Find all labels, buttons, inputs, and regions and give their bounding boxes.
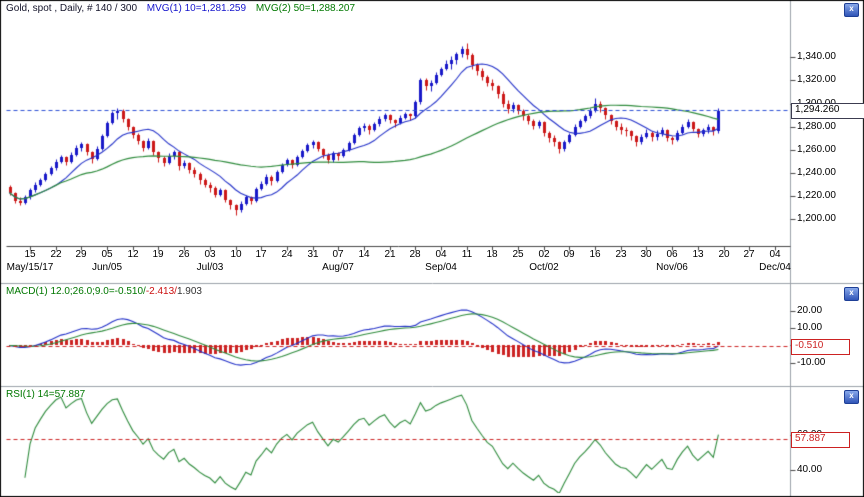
x-axis-month-label: May/15/17: [7, 262, 54, 273]
x-axis-day-label: 11: [462, 249, 472, 260]
close-icon: x: [849, 391, 853, 400]
x-axis-day-label: 27: [743, 249, 754, 260]
price-axis-label: 1,280.00: [797, 121, 836, 132]
x-axis-day-label: 03: [204, 249, 215, 260]
macd-panel-header: MACD(1) 12.0;26.0;9.0=-0.510/-2.413/1.90…: [6, 286, 209, 297]
mvg2-label: MVG(2) 50=1,288.207: [256, 3, 355, 14]
price-axis-label: 1,340.00: [797, 51, 836, 62]
x-axis-day-label: 16: [589, 249, 600, 260]
x-axis-day-label: 17: [255, 249, 266, 260]
mvg1-label: MVG(1) 10=1,281.259: [147, 3, 246, 14]
x-axis-day-label: 21: [384, 249, 395, 260]
x-axis-day-label: 23: [615, 249, 626, 260]
x-axis-month-label: Sep/04: [425, 262, 457, 273]
x-axis-month-label: Jul/03: [197, 262, 224, 273]
x-axis-day-label: 19: [152, 249, 163, 260]
x-axis-day-label: 07: [332, 249, 343, 260]
macd-signal-value: -2.413/: [146, 286, 177, 297]
close-macd-panel-button[interactable]: x: [844, 287, 859, 301]
macd-value: -0.510/: [115, 286, 146, 297]
macd-axis-label: 10.00: [797, 322, 822, 333]
x-axis-day-label: 10: [230, 249, 241, 260]
x-axis-month-label: Aug/07: [322, 262, 354, 273]
x-axis-day-label: 04: [769, 249, 780, 260]
x-axis-day-label: 28: [409, 249, 420, 260]
x-axis-day-label: 14: [358, 249, 369, 260]
x-axis-month-label: Oct/02: [529, 262, 558, 273]
macd-axis-label: 20.00: [797, 305, 822, 316]
x-axis-day-label: 15: [24, 249, 35, 260]
x-axis-day-label: 20: [718, 249, 729, 260]
close-rsi-panel-button[interactable]: x: [844, 390, 859, 404]
x-axis-day-label: 12: [127, 249, 138, 260]
x-axis-day-label: 09: [563, 249, 574, 260]
close-icon: x: [849, 4, 853, 13]
x-axis-day-label: 04: [435, 249, 446, 260]
price-axis-label: 1,220.00: [797, 190, 836, 201]
close-icon: x: [849, 288, 853, 297]
close-price-panel-button[interactable]: x: [844, 3, 859, 17]
macd-axis-label: -10.00: [797, 357, 825, 368]
macd-histogram-value: 1.903: [177, 286, 202, 297]
x-axis-month-label: Jun/05: [92, 262, 122, 273]
x-axis-month-label: Dec/04: [759, 262, 791, 273]
x-axis-month-label: Nov/06: [656, 262, 688, 273]
rsi-panel-header: RSI(1) 14=57.887: [6, 389, 92, 400]
instrument-title: Gold, spot , Daily, # 140 / 300: [6, 3, 137, 14]
x-axis-day-label: 05: [101, 249, 112, 260]
chart-window: Gold, spot , Daily, # 140 / 300 MVG(1) 1…: [0, 0, 864, 497]
x-axis-day-label: 18: [486, 249, 497, 260]
rsi-axis-label: 40.00: [797, 464, 822, 475]
current-price-label: 1,294.260: [791, 103, 864, 119]
x-axis-day-label: 06: [666, 249, 677, 260]
x-axis-day-label: 25: [512, 249, 523, 260]
x-axis-day-label: 24: [281, 249, 292, 260]
x-axis-day-label: 13: [692, 249, 703, 260]
rsi-value-label: 57.887: [791, 432, 850, 448]
macd-label: MACD(1) 12.0;26.0;9.0=: [6, 286, 115, 297]
price-panel-header: Gold, spot , Daily, # 140 / 300 MVG(1) 1…: [6, 3, 362, 14]
price-axis-label: 1,320.00: [797, 74, 836, 85]
x-axis-day-label: 02: [538, 249, 549, 260]
x-axis-day-label: 22: [50, 249, 61, 260]
x-axis-day-label: 31: [307, 249, 318, 260]
rsi-label: RSI(1) 14=57.887: [6, 389, 85, 400]
price-axis-label: 1,260.00: [797, 144, 836, 155]
macd-value-label: -0.510: [791, 339, 850, 355]
x-axis-day-label: 29: [75, 249, 86, 260]
price-axis-label: 1,200.00: [797, 213, 836, 224]
x-axis-day-label: 30: [640, 249, 651, 260]
x-axis-day-label: 26: [178, 249, 189, 260]
price-axis-label: 1,240.00: [797, 167, 836, 178]
